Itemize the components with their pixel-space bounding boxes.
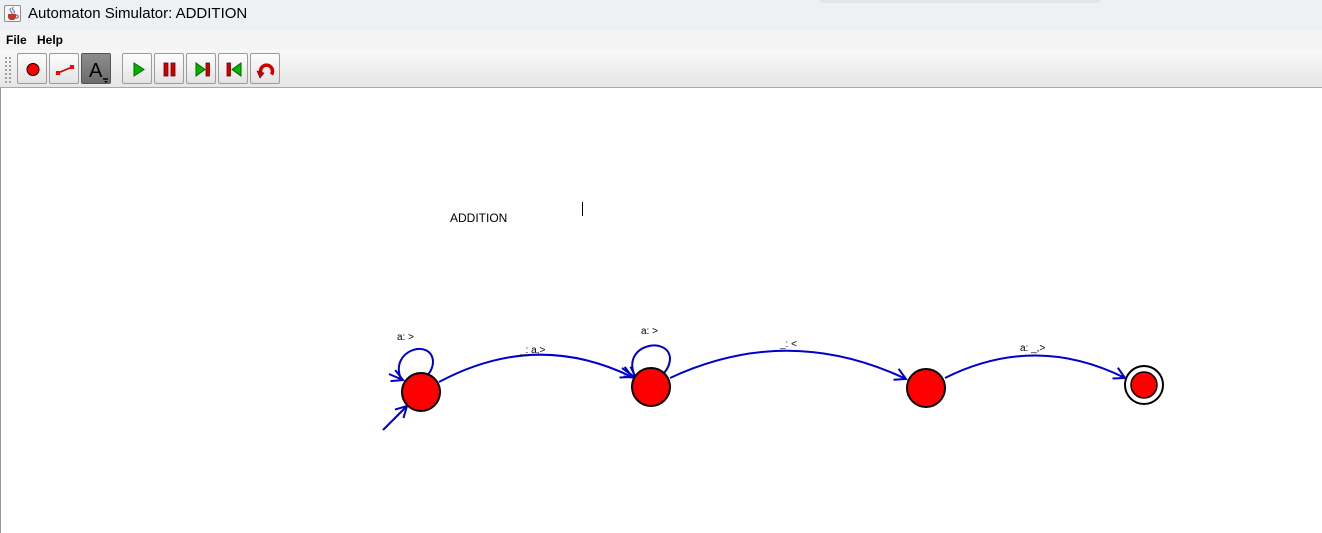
menu-file[interactable]: File bbox=[6, 33, 27, 47]
add-text-icon: A bbox=[89, 60, 108, 83]
reset-button[interactable] bbox=[250, 53, 280, 84]
play-icon bbox=[133, 62, 145, 77]
state-q3-accepting[interactable] bbox=[1124, 365, 1164, 405]
step-back-button[interactable] bbox=[218, 53, 248, 84]
menu-bar: File Help bbox=[0, 30, 1322, 50]
step-back-icon bbox=[226, 62, 242, 77]
add-state-icon bbox=[26, 63, 40, 76]
menu-help[interactable]: Help bbox=[37, 33, 63, 47]
label-q1-q2[interactable]: _: < bbox=[779, 339, 797, 350]
state-q0-start[interactable] bbox=[401, 372, 441, 412]
canvas-title-text[interactable]: ADDITION bbox=[450, 211, 507, 225]
state-q2[interactable] bbox=[906, 368, 946, 408]
add-transition-icon bbox=[56, 65, 74, 75]
java-cup-icon bbox=[4, 5, 21, 22]
transition-q1-q2[interactable] bbox=[669, 349, 906, 379]
transition-q0-q1[interactable] bbox=[438, 353, 632, 383]
text-cursor bbox=[582, 202, 583, 216]
label-q0-q1[interactable]: _: a,> bbox=[519, 345, 545, 356]
play-button[interactable] bbox=[122, 53, 152, 84]
automaton-canvas[interactable]: a: > _: a,> a: > _: < a: _,> ADDITION bbox=[0, 88, 1322, 533]
add-transition-button[interactable] bbox=[49, 53, 79, 84]
pause-icon bbox=[163, 62, 176, 77]
reset-icon bbox=[256, 63, 275, 79]
state-q1[interactable] bbox=[631, 367, 671, 407]
title-bar: Automaton Simulator: ADDITION bbox=[0, 0, 1322, 30]
label-q0-loop[interactable]: a: > bbox=[397, 332, 414, 343]
label-q2-q3[interactable]: a: _,> bbox=[1020, 343, 1045, 354]
start-arrow bbox=[382, 406, 407, 431]
text-tool-glyph: A bbox=[89, 60, 103, 82]
window-title: Automaton Simulator: ADDITION bbox=[28, 5, 248, 22]
label-q1-loop[interactable]: a: > bbox=[641, 326, 658, 337]
pause-button[interactable] bbox=[154, 53, 184, 84]
add-text-button[interactable]: A bbox=[81, 53, 111, 84]
transition-q2-q3[interactable] bbox=[944, 354, 1125, 379]
toolbar: A bbox=[0, 50, 1322, 88]
step-forward-icon bbox=[195, 62, 210, 77]
toolbar-grip-handle[interactable] bbox=[4, 56, 12, 83]
automaton-diagram: a: > _: a,> a: > _: < a: _,> bbox=[382, 326, 1164, 431]
titlebar-shadow bbox=[820, 0, 1100, 3]
step-forward-button[interactable] bbox=[186, 53, 216, 84]
add-state-button[interactable] bbox=[17, 53, 47, 84]
